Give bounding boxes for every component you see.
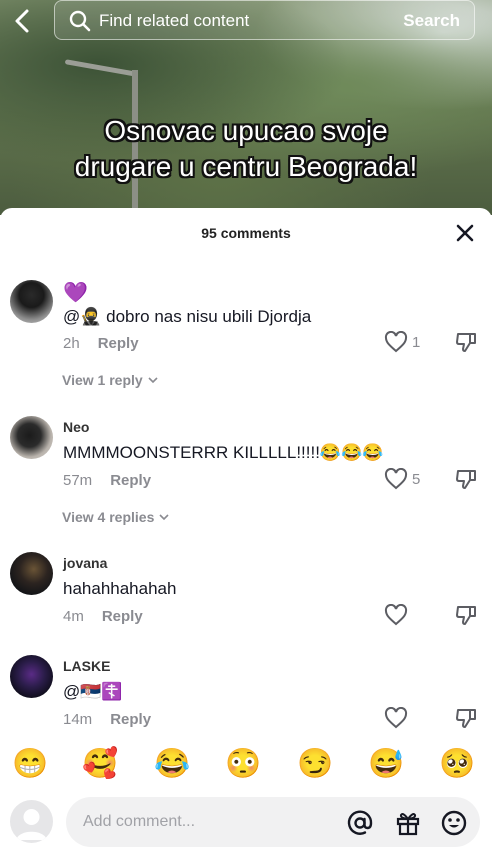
comment-meta: 14m Reply bbox=[63, 711, 151, 728]
comment-heart-emoji: 💜 bbox=[63, 282, 88, 304]
close-button[interactable] bbox=[454, 222, 476, 244]
comment-item: Neo MMMMOONSTERRR KILLLLL!!!!!😂😂😂 57m Rep… bbox=[0, 410, 492, 530]
comment-text: @🥷 dobro nas nisu ubili Djordja bbox=[63, 307, 312, 326]
avatar[interactable] bbox=[10, 280, 53, 323]
view-replies-label: View 1 reply bbox=[62, 372, 143, 388]
comment-time: 57m bbox=[63, 472, 93, 489]
comment-text: hahahhahahah bbox=[63, 579, 177, 598]
street-lamp-arm bbox=[64, 59, 139, 77]
comment-item: jovana hahahhahahah 4m Reply bbox=[0, 546, 492, 636]
like-button[interactable]: 5 bbox=[384, 468, 420, 490]
view-replies-button[interactable]: View 4 replies bbox=[62, 509, 170, 525]
comment-item: 💜 @🥷 dobro nas nisu ubili Djordja 2h Repl… bbox=[0, 274, 492, 394]
view-replies-button[interactable]: View 1 reply bbox=[62, 372, 159, 388]
avatar[interactable] bbox=[10, 655, 53, 698]
reply-button[interactable]: Reply bbox=[110, 711, 151, 728]
search-button[interactable]: Search bbox=[403, 11, 460, 31]
caption-line-1: Osnovac upucao svoje bbox=[104, 115, 388, 146]
gift-icon[interactable] bbox=[394, 809, 422, 837]
view-replies-label: View 4 replies bbox=[62, 509, 155, 525]
heart-icon bbox=[384, 604, 408, 626]
default-avatar-icon bbox=[16, 809, 47, 840]
back-icon bbox=[15, 9, 29, 33]
dislike-button[interactable] bbox=[455, 707, 477, 729]
comment-meta: 57m Reply bbox=[63, 472, 151, 489]
dislike-icon bbox=[456, 333, 476, 352]
back-button[interactable] bbox=[8, 6, 38, 36]
comment-text: MMMMOONSTERRR KILLLLL!!!!!😂😂😂 bbox=[63, 443, 384, 462]
like-button[interactable]: 1 bbox=[384, 331, 420, 353]
at-icon[interactable] bbox=[346, 809, 374, 837]
emoji-hearts[interactable]: 🥰 bbox=[80, 742, 120, 786]
close-icon bbox=[456, 224, 474, 242]
my-avatar[interactable] bbox=[10, 800, 53, 843]
emoji-icon[interactable] bbox=[440, 809, 468, 837]
comment-item: LASKE @🇷🇸☦️ 14m Reply bbox=[0, 649, 492, 739]
emoji-smirk[interactable]: 😏 bbox=[295, 742, 335, 786]
like-button[interactable] bbox=[384, 604, 408, 626]
comment-meta: 4m Reply bbox=[63, 608, 143, 625]
emoji-grin[interactable]: 😁 bbox=[10, 742, 50, 786]
dislike-button[interactable] bbox=[455, 468, 477, 490]
comment-time: 2h bbox=[63, 335, 80, 352]
comment-author: LASKE bbox=[63, 658, 111, 674]
dislike-button[interactable] bbox=[455, 604, 477, 626]
comment-author: Neo bbox=[63, 419, 90, 435]
like-count: 1 bbox=[412, 333, 421, 351]
search-placeholder: Find related content bbox=[99, 11, 250, 30]
reply-button[interactable]: Reply bbox=[110, 472, 151, 489]
comment-time: 14m bbox=[63, 711, 93, 728]
avatar[interactable] bbox=[10, 416, 53, 459]
reply-button[interactable]: Reply bbox=[98, 335, 139, 352]
reply-button[interactable]: Reply bbox=[102, 608, 143, 625]
emoji-laugh[interactable]: 😂 bbox=[152, 742, 192, 786]
search-icon bbox=[69, 10, 91, 32]
video-caption: Osnovac upucao svoje drugare u centru Be… bbox=[0, 113, 492, 185]
heart-icon bbox=[384, 707, 408, 729]
top-bar: Find related content Search bbox=[0, 0, 492, 42]
dislike-button[interactable] bbox=[455, 331, 477, 353]
sheet-header: 95 comments bbox=[0, 208, 492, 258]
comment-count: 95 comments bbox=[201, 225, 291, 241]
like-count: 5 bbox=[412, 470, 421, 488]
comment-placeholder: Add comment... bbox=[83, 813, 196, 830]
dislike-icon bbox=[456, 606, 476, 625]
chevron-down-icon bbox=[148, 377, 158, 384]
dislike-icon bbox=[456, 709, 476, 728]
comment-meta: 2h Reply bbox=[63, 335, 139, 352]
heart-icon bbox=[384, 468, 408, 490]
comment-author: jovana bbox=[63, 555, 108, 571]
comment-text: @🇷🇸☦️ bbox=[63, 682, 123, 701]
emoji-pleading[interactable]: 🥺 bbox=[437, 742, 477, 786]
search-input[interactable]: Find related content Search bbox=[54, 0, 475, 40]
chevron-down-icon bbox=[159, 514, 169, 521]
comment-input[interactable]: Add comment... bbox=[66, 797, 480, 847]
avatar[interactable] bbox=[10, 552, 53, 595]
comment-time: 4m bbox=[63, 608, 84, 625]
caption-line-2: drugare u centru Beograda! bbox=[74, 151, 418, 182]
comment-input-bar: Add comment... bbox=[0, 795, 492, 849]
like-button[interactable] bbox=[384, 707, 408, 729]
emoji-flushed[interactable]: 😳 bbox=[223, 742, 263, 786]
emoji-quick-bar: 😁 🥰 😂 😳 😏 😅 🥺 bbox=[0, 742, 492, 790]
emoji-sweat-smile[interactable]: 😅 bbox=[366, 742, 406, 786]
heart-icon bbox=[384, 331, 408, 353]
dislike-icon bbox=[456, 470, 476, 489]
